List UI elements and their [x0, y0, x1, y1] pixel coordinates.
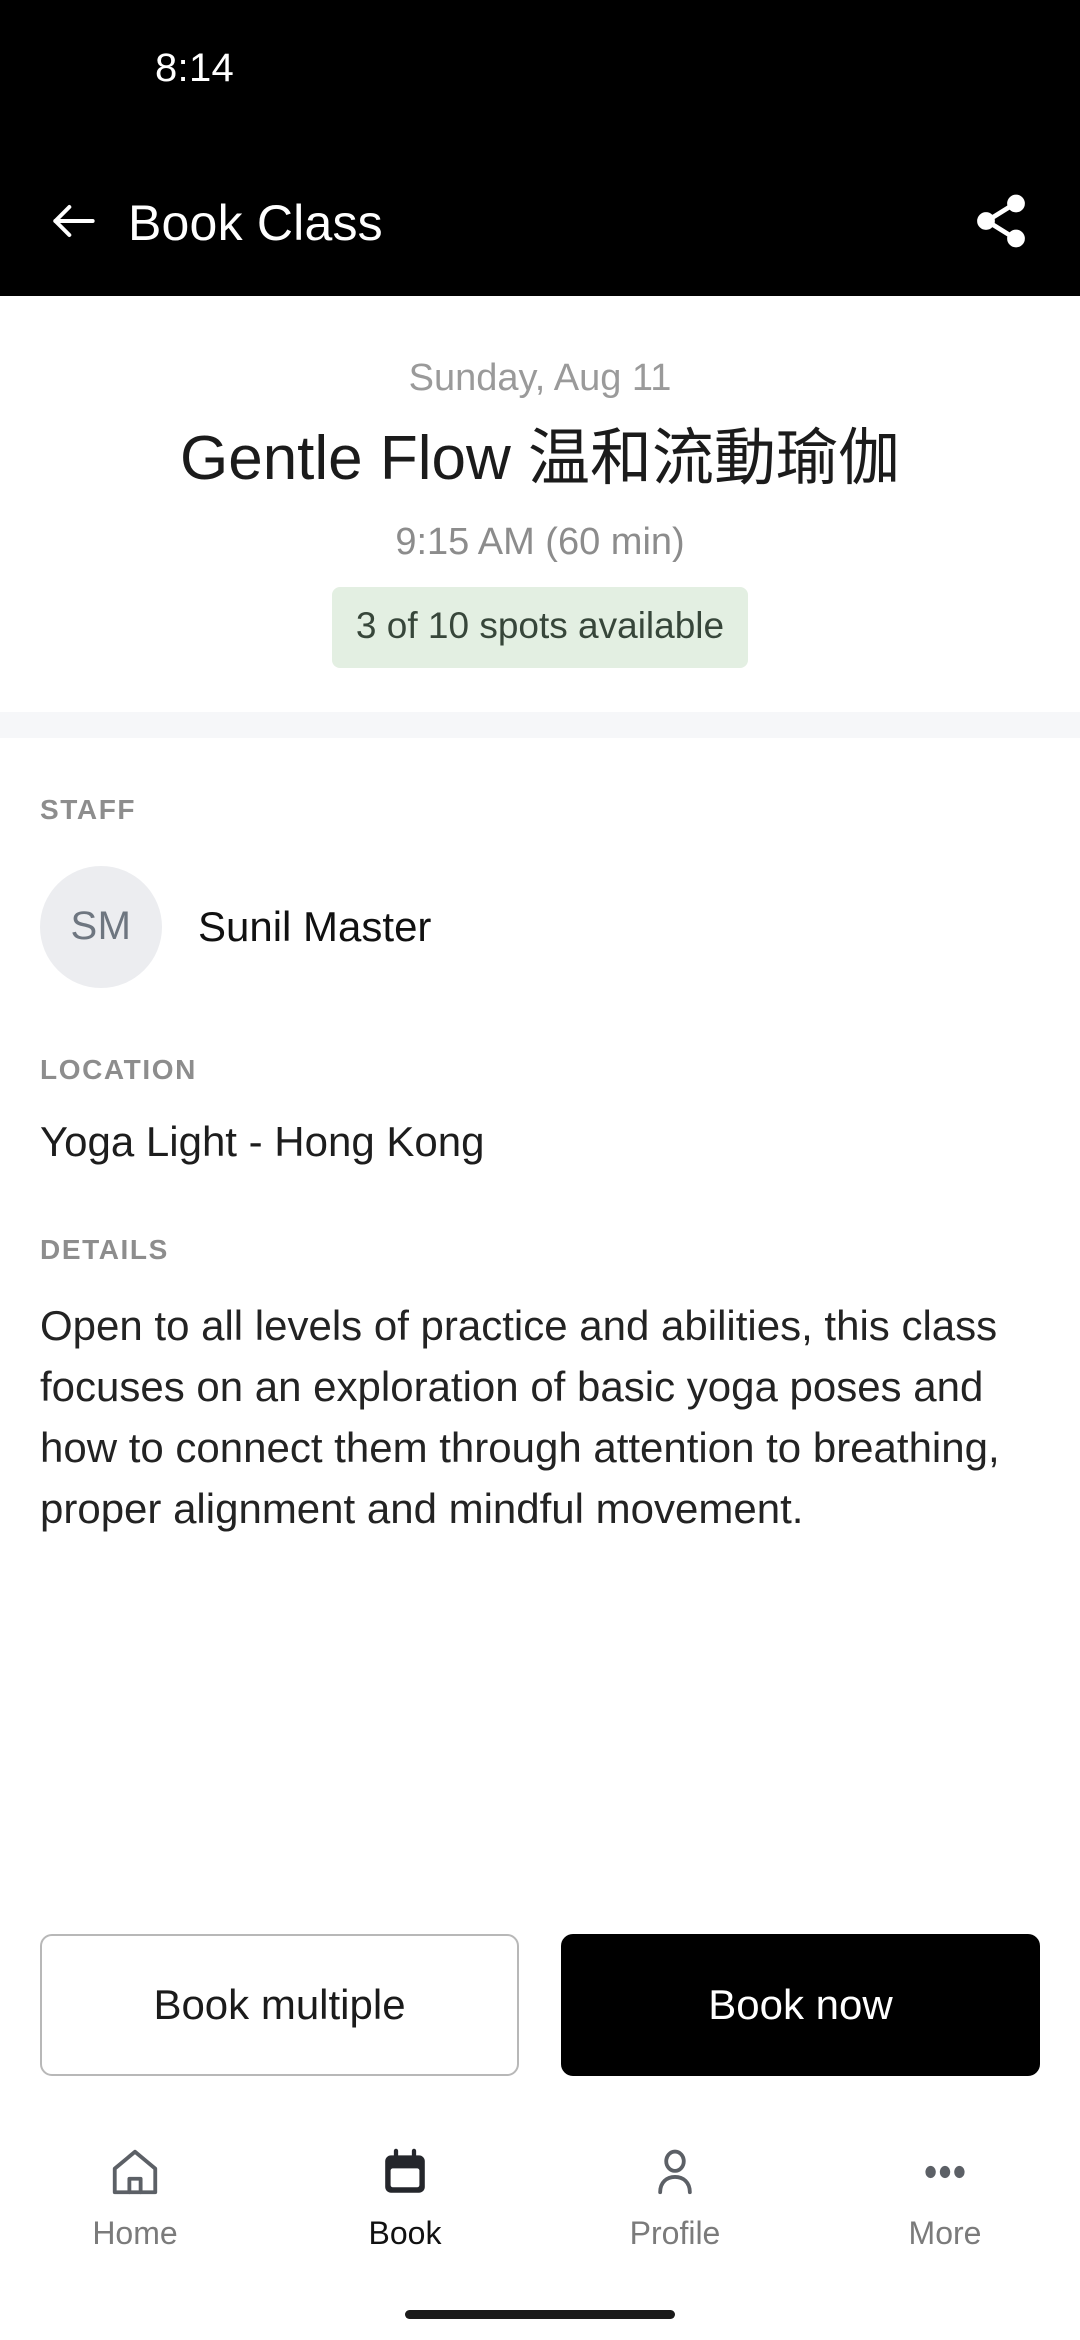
book-multiple-button[interactable]: Book multiple — [40, 1934, 519, 2076]
class-details-content: STAFF SM Sunil Master LOCATION Yoga Ligh… — [0, 738, 1080, 1934]
nav-item-more[interactable]: More — [810, 2141, 1080, 2252]
nav-item-profile[interactable]: Profile — [540, 2141, 810, 2252]
staff-name: Sunil Master — [198, 902, 432, 950]
share-icon — [971, 191, 1031, 256]
back-button[interactable] — [46, 192, 108, 254]
class-header: Sunday, Aug 11 Gentle Flow 温和流動瑜伽 9:15 A… — [0, 296, 1080, 712]
bottom-navigation: Home Book Profile More — [0, 2118, 1080, 2288]
arrow-left-icon — [46, 193, 102, 254]
details-section-label: DETAILS — [40, 1234, 169, 1266]
staff-row[interactable]: SM Sunil Master — [40, 865, 1040, 988]
share-button[interactable] — [966, 188, 1036, 258]
spots-available-badge: 3 of 10 spots available — [331, 587, 749, 668]
page-title: Book Class — [128, 195, 383, 251]
location-value: Yoga Light - Hong Kong — [40, 1117, 485, 1165]
status-bar-clock: 8:14 — [155, 46, 235, 90]
location-section-label: LOCATION — [40, 1053, 197, 1085]
nav-label-more: More — [908, 2215, 982, 2251]
section-divider — [0, 711, 1080, 738]
home-indicator-area — [0, 2288, 1080, 2340]
app-bar: Book Class — [0, 150, 1080, 296]
home-indicator[interactable] — [405, 2309, 675, 2319]
staff-section-label: STAFF — [40, 793, 137, 825]
home-icon — [108, 2141, 162, 2203]
calendar-icon — [378, 2141, 432, 2203]
more-dots-icon — [918, 2141, 972, 2203]
person-icon — [648, 2141, 702, 2203]
nav-item-book[interactable]: Book — [270, 2141, 540, 2252]
action-bar: Book multiple Book now — [0, 1934, 1080, 2076]
class-date: Sunday, Aug 11 — [408, 357, 672, 399]
nav-label-profile: Profile — [629, 2215, 721, 2251]
nav-label-book: Book — [368, 2215, 442, 2251]
status-bar: 8:14 — [0, 0, 1080, 150]
book-now-button[interactable]: Book now — [561, 1934, 1040, 2076]
details-text: Open to all levels of practice and abili… — [40, 1302, 1000, 1532]
app-screen: 8:14 Book Class Sunday, Aug 11 Gentle Fl… — [0, 0, 1080, 2340]
avatar: SM — [40, 865, 162, 988]
class-title: Gentle Flow 温和流動瑜伽 — [179, 423, 901, 493]
class-time: 9:15 AM (60 min) — [395, 520, 685, 563]
nav-label-home: Home — [92, 2215, 178, 2251]
spots-badge-container: 3 of 10 spots available — [40, 587, 1040, 668]
nav-item-home[interactable]: Home — [0, 2141, 270, 2252]
